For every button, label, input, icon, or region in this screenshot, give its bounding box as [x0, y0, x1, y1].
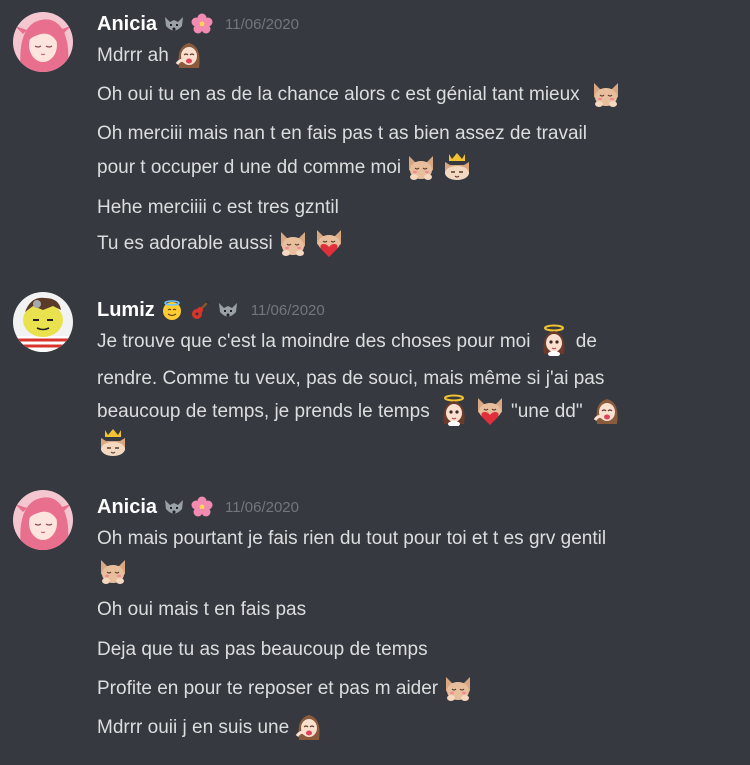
message-text: beaucoup de temps, je prends le temps [97, 401, 430, 423]
message-header: Anicia 11/06/2020 [97, 11, 299, 37]
message-text: Mdrrr ouii j en suis une [97, 717, 290, 739]
angel-girl-emote[interactable] [538, 324, 570, 356]
hibiscus-icon [191, 13, 213, 35]
message-line: Mdrrr ouii j en suis une [97, 712, 325, 744]
message-text: rendre. Comme tu veux, pas de souci, mai… [97, 368, 605, 389]
wolf-icon [163, 496, 185, 518]
message-text: de [575, 331, 597, 353]
timestamp: 11/06/2020 [225, 15, 299, 33]
cat-heart-emote[interactable] [313, 226, 345, 258]
message-text: Mdrrr ah [97, 45, 169, 67]
message-line: beaucoup de temps, je prends le temps "u… [97, 394, 623, 428]
message-text: Hehe merciiii c est tres gzntil [97, 197, 339, 218]
cat-hug-emote[interactable] [277, 226, 309, 258]
message-line: pour t occuper d une dd comme moi [97, 152, 473, 184]
cat-hug-emote[interactable] [97, 554, 129, 586]
message-text: pour t occuper d une dd comme moi [97, 157, 402, 179]
angel-emoji-icon [161, 299, 183, 321]
message-line: Profite en pour te reposer et pas m aide… [97, 673, 474, 705]
chat-area: Anicia 11/06/2020 Mdrrr ah Oh oui tu en … [0, 0, 750, 765]
username[interactable]: Anicia [97, 13, 157, 36]
message-text: Profite en pour te reposer et pas m aide… [97, 678, 439, 700]
cat-hug-emote[interactable] [442, 671, 474, 703]
angel-girl-emote[interactable] [438, 394, 470, 426]
message-line: rendre. Comme tu veux, pas de souci, mai… [97, 363, 604, 395]
message-text: Oh merciii mais nan t en fais pas t as b… [97, 123, 588, 144]
timestamp: 11/06/2020 [250, 301, 325, 319]
cat-heart-emote[interactable] [474, 394, 506, 426]
message-text: Tu es adorable aussi [97, 233, 273, 255]
avatar-anicia[interactable] [13, 490, 73, 550]
message-text: "une dd" [511, 401, 583, 423]
girl-laugh-emote[interactable] [591, 394, 623, 426]
message-line: Oh mais pourtant je fais rien du tout po… [97, 523, 606, 555]
cat-hug-emote[interactable] [590, 77, 622, 109]
hibiscus-icon [191, 496, 213, 518]
message-line [97, 428, 129, 460]
message-line: Hehe merciiii c est tres gzntil [97, 192, 339, 224]
cat-hug-emote[interactable] [405, 150, 437, 182]
message-line: Oh merciii mais nan t en fais pas t as b… [97, 118, 587, 150]
timestamp: 11/06/2020 [225, 498, 299, 516]
message-line: Tu es adorable aussi [97, 228, 345, 260]
message-line: Oh oui mais t en fais pas [97, 594, 306, 626]
message-header: Anicia 11/06/2020 [97, 494, 299, 520]
message-line: Deja que tu as pas beaucoup de temps [97, 634, 428, 666]
username[interactable]: Lumiz [97, 299, 155, 322]
message-line [97, 556, 129, 588]
message-header: Lumiz 11/06/2020 [97, 297, 325, 323]
message-text: Deja que tu as pas beaucoup de temps [97, 639, 428, 660]
avatar-anicia[interactable] [13, 12, 73, 72]
message-line: Mdrrr ah [97, 40, 205, 72]
guitar-icon [189, 299, 211, 321]
message-line: Oh oui tu en as de la chance alors c est… [97, 79, 622, 111]
username[interactable]: Anicia [97, 496, 157, 519]
message-line: Je trouve que c'est la moindre des chose… [97, 324, 597, 358]
message-text: Oh oui mais t en fais pas [97, 599, 307, 620]
cat-crown-emote[interactable] [441, 150, 473, 182]
message-text: Je trouve que c'est la moindre des chose… [97, 331, 531, 353]
cat-crown-emote[interactable] [97, 426, 129, 458]
message-text: Oh oui tu en as de la chance alors c est… [97, 84, 580, 106]
girl-laugh-emote[interactable] [173, 38, 205, 70]
avatar-lumiz[interactable] [13, 292, 73, 352]
message-text: Oh mais pourtant je fais rien du tout po… [97, 528, 607, 549]
girl-laugh-emote[interactable] [293, 710, 325, 742]
wolf-icon [217, 299, 239, 321]
wolf-icon [163, 13, 185, 35]
